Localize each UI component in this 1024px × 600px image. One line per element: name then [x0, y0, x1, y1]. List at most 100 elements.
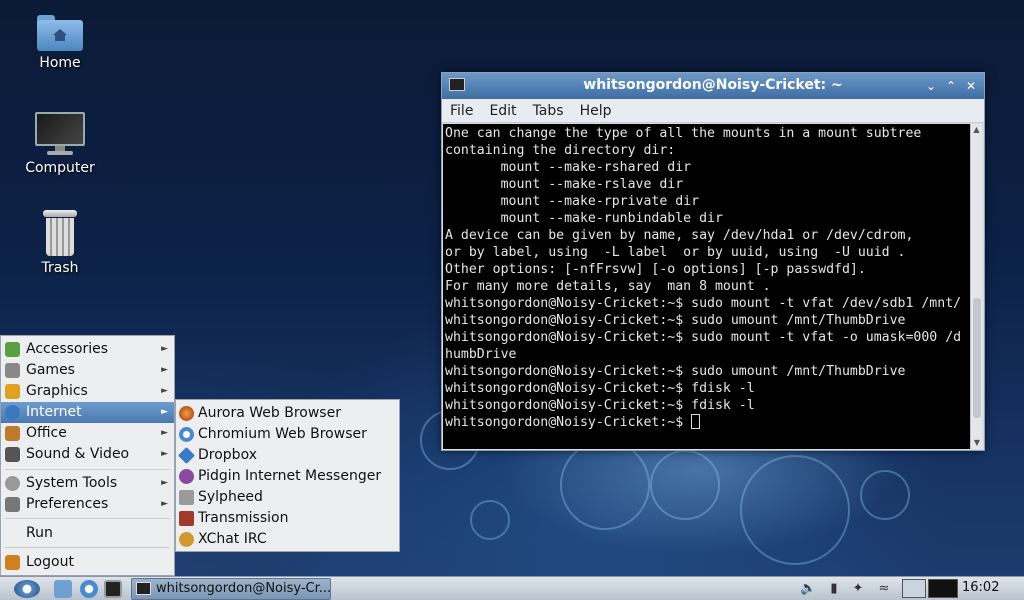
accessories-icon — [5, 342, 20, 357]
desktop-icon-label: Trash — [41, 260, 79, 276]
text-cursor — [691, 414, 701, 429]
submenu-item-label: Pidgin Internet Messenger — [198, 468, 382, 484]
home-folder-icon — [37, 15, 83, 51]
logout-icon — [5, 555, 20, 570]
desktop-icon-home[interactable]: Home — [10, 15, 110, 71]
scrollbar-thumb[interactable] — [973, 298, 981, 418]
dropbox-tray-icon[interactable]: ✦ — [850, 581, 866, 597]
menu-item-accessories[interactable]: Accessories ► — [1, 339, 174, 360]
menu-edit[interactable]: Edit — [489, 103, 516, 119]
terminal-titlebar[interactable]: whitsongordon@Noisy-Cricket: ~ ⌄ ⌃ ✕ — [442, 73, 984, 99]
trash-icon — [43, 210, 77, 256]
menu-item-internet[interactable]: Internet ► — [1, 402, 174, 423]
wifi-icon[interactable]: ≈ — [876, 581, 892, 597]
chromium-icon — [179, 427, 194, 442]
taskbar-task-terminal[interactable]: whitsongordon@Noisy-Cr... — [131, 578, 331, 600]
submenu-arrow-icon: ► — [161, 365, 168, 375]
terminal-line: One can change the type of all the mount… — [445, 126, 922, 141]
submenu-item-sylpheed[interactable]: Sylpheed — [176, 487, 399, 508]
submenu-item-label: Dropbox — [198, 447, 257, 463]
wallpaper-swirl — [470, 500, 510, 540]
scroll-down-icon[interactable]: ▼ — [971, 437, 983, 449]
sylpheed-icon — [179, 490, 194, 505]
wallpaper-swirl — [650, 450, 720, 520]
terminal-line: mount --make-rshared dir — [445, 160, 692, 175]
terminal-task-icon — [136, 582, 151, 595]
scroll-up-icon[interactable]: ▲ — [971, 124, 982, 136]
terminal-line: A device can be given by name, say /dev/… — [445, 228, 914, 243]
workspace-2[interactable] — [928, 579, 958, 598]
workspace-1[interactable] — [902, 579, 926, 598]
terminal-window[interactable]: whitsongordon@Noisy-Cricket: ~ ⌄ ⌃ ✕ Fil… — [441, 72, 985, 451]
wallpaper-swirl — [740, 455, 850, 565]
menu-item-label: System Tools — [26, 475, 118, 491]
file-manager-icon[interactable] — [54, 580, 72, 598]
show-desktop-icon[interactable] — [104, 580, 122, 598]
aurora-icon — [179, 406, 194, 421]
submenu-arrow-icon: ► — [161, 386, 168, 396]
menu-help[interactable]: Help — [580, 103, 612, 119]
sound-video-icon — [5, 447, 20, 462]
desktop-icon-trash[interactable]: Trash — [10, 210, 110, 276]
menu-item-label: Accessories — [26, 341, 109, 357]
menu-item-label: Office — [26, 425, 67, 441]
usb-icon[interactable]: ▮ — [826, 581, 842, 597]
start-menu-icon[interactable] — [14, 580, 40, 598]
terminal-line: containing the directory dir: — [445, 143, 676, 158]
start-menu: Accessories ► Games ► Graphics ► Interne… — [0, 335, 175, 576]
volume-icon[interactable]: 🔈 — [800, 581, 816, 597]
clock[interactable]: 16:02 — [962, 580, 999, 595]
terminal-line: mount --make-rslave dir — [445, 177, 684, 192]
menu-item-label: Sound & Video — [26, 446, 130, 462]
computer-icon — [35, 112, 85, 156]
menu-item-label: Internet — [26, 404, 82, 420]
menu-item-logout[interactable]: Logout — [1, 552, 174, 573]
terminal-prompt: whitsongordon@Noisy-Cricket:~$ — [445, 415, 692, 430]
submenu-item-xchat[interactable]: XChat IRC — [176, 529, 399, 550]
submenu-item-chromium[interactable]: Chromium Web Browser — [176, 424, 399, 445]
internet-submenu: Aurora Web Browser Chromium Web Browser … — [175, 399, 400, 552]
minimize-icon[interactable]: ⌄ — [922, 77, 940, 95]
menu-item-graphics[interactable]: Graphics ► — [1, 381, 174, 402]
terminal-output[interactable]: One can change the type of all the mount… — [443, 124, 971, 449]
pidgin-icon — [179, 469, 194, 484]
games-icon — [5, 363, 20, 378]
browser-icon[interactable] — [80, 580, 98, 598]
graphics-icon — [5, 384, 20, 399]
desktop-icon-label: Home — [39, 55, 81, 71]
menu-tabs[interactable]: Tabs — [533, 103, 564, 119]
terminal-line: whitsongordon@Noisy-Cricket:~$ sudo umou… — [445, 313, 906, 328]
menu-separator — [5, 547, 170, 548]
menu-item-sound-video[interactable]: Sound & Video ► — [1, 444, 174, 465]
submenu-arrow-icon: ► — [161, 449, 168, 459]
menu-item-games[interactable]: Games ► — [1, 360, 174, 381]
submenu-arrow-icon: ► — [161, 344, 168, 354]
menu-item-system-tools[interactable]: System Tools ► — [1, 473, 174, 494]
terminal-scrollbar[interactable]: ▲ ▼ — [970, 124, 982, 449]
menu-item-run[interactable]: Run — [1, 523, 174, 544]
submenu-arrow-icon: ► — [161, 478, 168, 488]
submenu-item-label: Aurora Web Browser — [198, 405, 341, 421]
taskbar: whitsongordon@Noisy-Cr... 🔈 ▮ ✦ ≈ 16:02 — [0, 576, 1024, 600]
terminal-prompt-line[interactable]: whitsongordon@Noisy-Cricket:~$ — [445, 414, 969, 431]
dropbox-icon — [178, 447, 195, 464]
desktop-icon-computer[interactable]: Computer — [10, 112, 110, 176]
menu-item-preferences[interactable]: Preferences ► — [1, 494, 174, 515]
close-icon[interactable]: ✕ — [962, 77, 980, 95]
submenu-item-label: Sylpheed — [198, 489, 263, 505]
submenu-item-transmission[interactable]: Transmission — [176, 508, 399, 529]
menu-separator — [5, 469, 170, 470]
submenu-item-label: Chromium Web Browser — [198, 426, 367, 442]
submenu-item-aurora[interactable]: Aurora Web Browser — [176, 403, 399, 424]
terminal-line: mount --make-rprivate dir — [445, 194, 700, 209]
submenu-item-label: Transmission — [198, 510, 289, 526]
internet-icon — [5, 405, 20, 420]
submenu-item-dropbox[interactable]: Dropbox — [176, 445, 399, 466]
maximize-icon[interactable]: ⌃ — [942, 77, 960, 95]
terminal-line: whitsongordon@Noisy-Cricket:~$ sudo umou… — [445, 364, 906, 379]
menu-file[interactable]: File — [450, 103, 473, 119]
menu-item-label: Run — [26, 525, 53, 541]
submenu-item-pidgin[interactable]: Pidgin Internet Messenger — [176, 466, 399, 487]
menu-item-office[interactable]: Office ► — [1, 423, 174, 444]
terminal-line: For many more details, say man 8 mount . — [445, 279, 771, 294]
